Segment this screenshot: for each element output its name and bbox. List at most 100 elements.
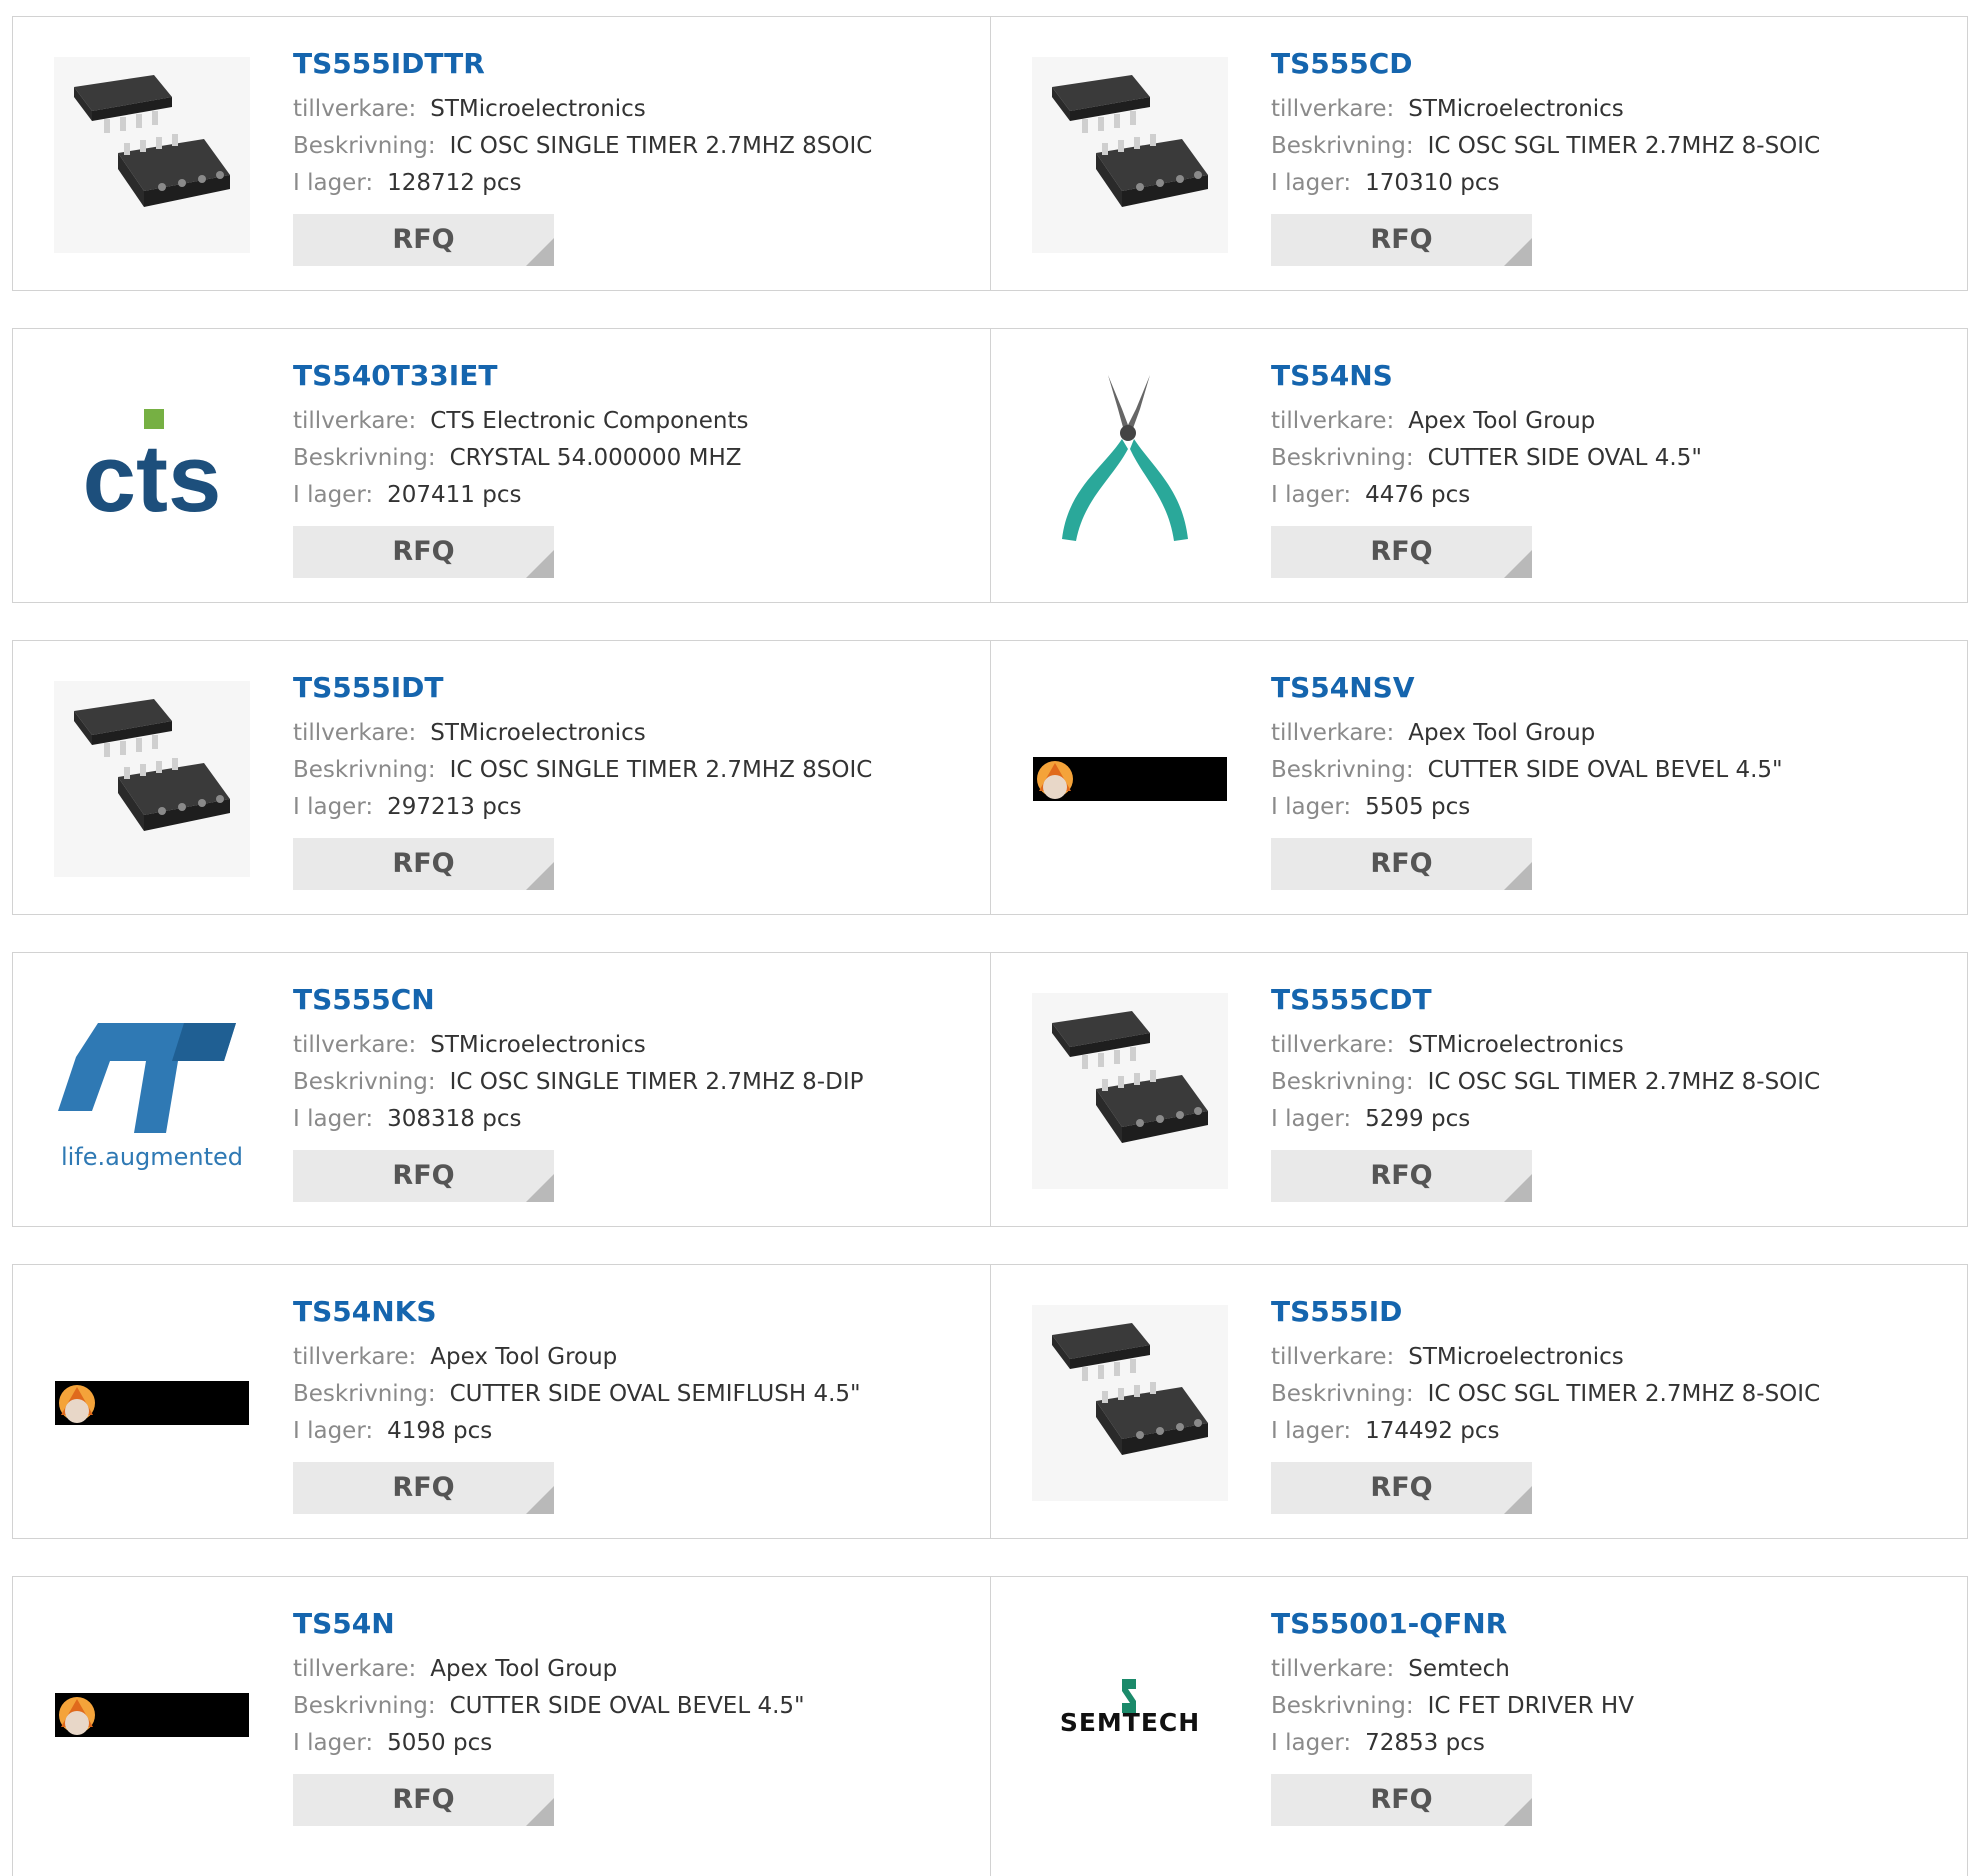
rfq-button[interactable]: RFQ	[293, 526, 554, 578]
soic-chip-icon	[1032, 1305, 1228, 1501]
part-number-link[interactable]: TS54N	[293, 1607, 953, 1641]
rfq-button[interactable]: RFQ	[1271, 1462, 1532, 1514]
manufacturer-line: tillverkare: STMicroelectronics	[293, 1027, 953, 1064]
manufacturer-line: tillverkare: Semtech	[1271, 1651, 1931, 1688]
description-label: Beskrivning:	[293, 1693, 436, 1719]
manufacturer-label: tillverkare:	[293, 1656, 417, 1682]
stock-label: I lager:	[293, 1418, 374, 1444]
product-card: TS555CDT tillverkare: STMicroelectronics …	[991, 953, 1968, 1226]
st-logo-icon: life.augmented	[58, 1023, 243, 1171]
stock-line: I lager: 4198 pcs	[293, 1413, 953, 1450]
product-image[interactable]: life.augmented	[54, 993, 250, 1189]
stock-line: I lager: 170310 pcs	[1271, 165, 1931, 202]
stock-line: I lager: 128712 pcs	[293, 165, 953, 202]
description-line: Beskrivning: CUTTER SIDE OVAL SEMIFLUSH 4…	[293, 1376, 953, 1413]
description-line: Beskrivning: IC OSC SINGLE TIMER 2.7MHZ 8…	[293, 752, 953, 789]
manufacturer-line: tillverkare: STMicroelectronics	[293, 715, 953, 752]
description-line: Beskrivning: IC OSC SINGLE TIMER 2.7MHZ 8…	[293, 1064, 953, 1101]
apex-logo-icon	[1033, 757, 1227, 801]
rfq-button[interactable]: RFQ	[1271, 214, 1532, 266]
manufacturer-line: tillverkare: Apex Tool Group	[293, 1651, 953, 1688]
product-image[interactable]	[54, 1617, 250, 1813]
product-row: TS555IDTTR tillverkare: STMicroelectronic…	[12, 16, 1968, 291]
part-number-link[interactable]: TS54NS	[1271, 359, 1931, 393]
part-number-link[interactable]: TS55001-QFNR	[1271, 1607, 1931, 1641]
rfq-button[interactable]: RFQ	[1271, 1774, 1532, 1826]
description-line: Beskrivning: IC OSC SINGLE TIMER 2.7MHZ 8…	[293, 128, 953, 165]
description-value: IC OSC SGL TIMER 2.7MHZ 8-SOIC	[1427, 133, 1821, 159]
stock-value: 5505 pcs	[1365, 794, 1471, 820]
part-number-link[interactable]: TS540T33IET	[293, 359, 953, 393]
manufacturer-value: Semtech	[1408, 1656, 1510, 1682]
manufacturer-value: Apex Tool Group	[430, 1656, 618, 1682]
manufacturer-label: tillverkare:	[293, 1032, 417, 1058]
description-value: IC OSC SGL TIMER 2.7MHZ 8-SOIC	[1427, 1069, 1821, 1095]
stock-line: I lager: 4476 pcs	[1271, 477, 1931, 514]
stock-value: 5050 pcs	[387, 1730, 493, 1756]
manufacturer-line: tillverkare: Apex Tool Group	[1271, 403, 1931, 440]
rfq-button-label: RFQ	[392, 848, 455, 879]
rfq-button-label: RFQ	[1370, 224, 1433, 255]
rfq-button[interactable]: RFQ	[1271, 838, 1532, 890]
description-label: Beskrivning:	[293, 1381, 436, 1407]
corner-fold-icon	[526, 1798, 554, 1826]
rfq-button-label: RFQ	[1370, 1160, 1433, 1191]
product-image[interactable]	[1032, 681, 1228, 877]
part-number-link[interactable]: TS555IDTTR	[293, 47, 953, 81]
rfq-button[interactable]: RFQ	[1271, 1150, 1532, 1202]
rfq-button-label: RFQ	[1370, 1784, 1433, 1815]
manufacturer-label: tillverkare:	[1271, 1032, 1395, 1058]
product-grid: TS555IDTTR tillverkare: STMicroelectronic…	[0, 0, 1974, 1876]
part-number-link[interactable]: TS555CN	[293, 983, 953, 1017]
stock-label: I lager:	[1271, 1106, 1352, 1132]
description-value: CRYSTAL 54.000000 MHZ	[449, 445, 742, 471]
part-number-link[interactable]: TS555ID	[1271, 1295, 1931, 1329]
stock-label: I lager:	[293, 1730, 374, 1756]
part-number-link[interactable]: TS54NKS	[293, 1295, 953, 1329]
manufacturer-line: tillverkare: Apex Tool Group	[293, 1339, 953, 1376]
product-card: TS54NSV tillverkare: Apex Tool Group Besk…	[991, 641, 1968, 914]
product-image[interactable]	[1032, 369, 1228, 565]
manufacturer-value: STMicroelectronics	[1408, 96, 1624, 122]
product-image[interactable]: cts	[54, 369, 250, 565]
apex-logo-icon	[55, 1381, 249, 1425]
part-number-link[interactable]: TS555CDT	[1271, 983, 1931, 1017]
description-label: Beskrivning:	[1271, 1069, 1414, 1095]
product-image[interactable]	[54, 1305, 250, 1501]
rfq-button[interactable]: RFQ	[293, 1150, 554, 1202]
product-card: life.augmented TS555CN tillverkare: STMic…	[13, 953, 990, 1226]
description-line: Beskrivning: IC FET DRIVER HV	[1271, 1688, 1931, 1725]
rfq-button[interactable]: RFQ	[293, 1774, 554, 1826]
soic-chip-icon	[54, 57, 250, 253]
product-image[interactable]	[1032, 1305, 1228, 1501]
product-image[interactable]	[54, 57, 250, 253]
product-row: TS555IDT tillverkare: STMicroelectronics …	[12, 640, 1968, 915]
product-image[interactable]	[1032, 993, 1228, 1189]
description-line: Beskrivning: CUTTER SIDE OVAL 4.5"	[1271, 440, 1931, 477]
description-label: Beskrivning:	[1271, 133, 1414, 159]
rfq-button[interactable]: RFQ	[293, 214, 554, 266]
corner-fold-icon	[1504, 1174, 1532, 1202]
manufacturer-label: tillverkare:	[293, 96, 417, 122]
stock-value: 4476 pcs	[1365, 482, 1471, 508]
part-number-link[interactable]: TS555IDT	[293, 671, 953, 705]
rfq-button-label: RFQ	[392, 1472, 455, 1503]
rfq-button[interactable]: RFQ	[293, 1462, 554, 1514]
soic-chip-icon	[1032, 993, 1228, 1189]
description-line: Beskrivning: CUTTER SIDE OVAL BEVEL 4.5"	[293, 1688, 953, 1725]
product-card: TS54N tillverkare: Apex Tool Group Beskri…	[13, 1577, 990, 1876]
product-image[interactable]	[1032, 57, 1228, 253]
product-image[interactable]	[54, 681, 250, 877]
part-number-link[interactable]: TS54NSV	[1271, 671, 1931, 705]
description-label: Beskrivning:	[293, 1069, 436, 1095]
part-number-link[interactable]: TS555CD	[1271, 47, 1931, 81]
rfq-button-label: RFQ	[392, 224, 455, 255]
corner-fold-icon	[526, 1486, 554, 1514]
rfq-button-label: RFQ	[1370, 1472, 1433, 1503]
product-image[interactable]: SEMTECH	[1032, 1617, 1228, 1813]
description-value: IC OSC SINGLE TIMER 2.7MHZ 8-DIP	[449, 1069, 864, 1095]
stock-value: 174492 pcs	[1365, 1418, 1500, 1444]
rfq-button[interactable]: RFQ	[1271, 526, 1532, 578]
corner-fold-icon	[526, 862, 554, 890]
rfq-button[interactable]: RFQ	[293, 838, 554, 890]
